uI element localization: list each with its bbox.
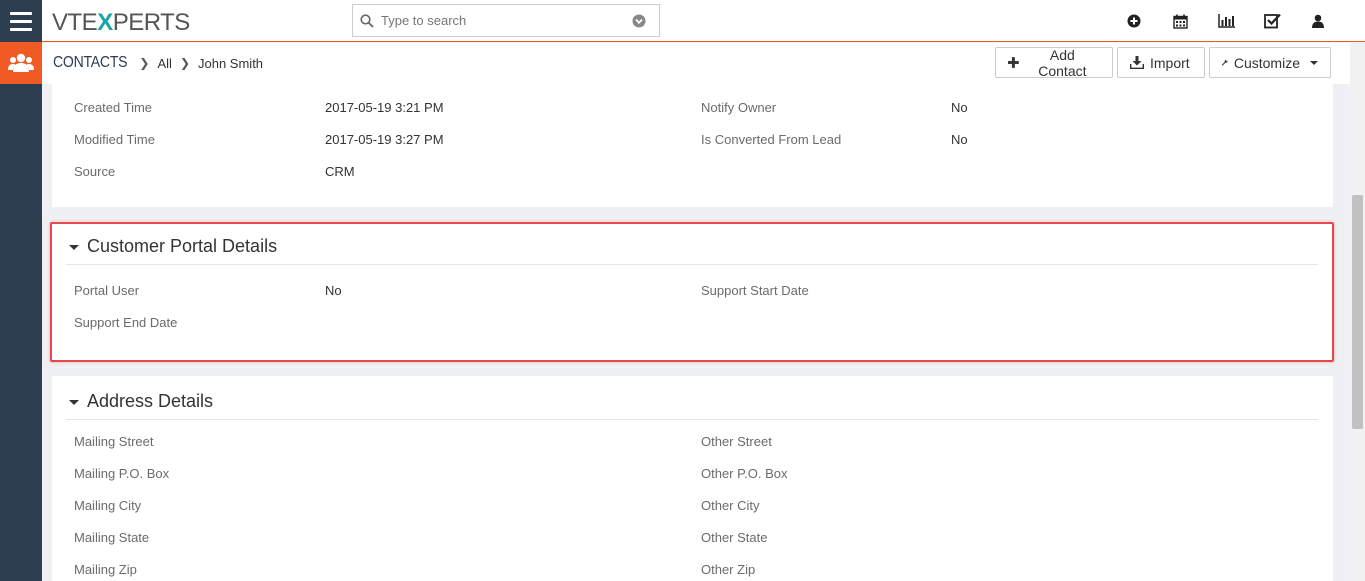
tasks-checkbox-icon[interactable]: [1249, 0, 1295, 42]
system-info-block: Created Time 2017-05-19 3:21 PM Notify O…: [52, 84, 1333, 207]
field-row: Mailing City Other City: [52, 498, 1333, 530]
left-rail: [0, 0, 42, 581]
plus-icon: [1008, 57, 1019, 68]
address-block: Address Details Mailing Street Other Str…: [52, 376, 1333, 581]
field-value: 2017-05-19 3:27 PM: [325, 132, 444, 147]
field-row: Support End Date: [52, 315, 1333, 347]
user-icon[interactable]: [1295, 0, 1341, 42]
field-value: 2017-05-19 3:21 PM: [325, 100, 444, 115]
page-scrollbar[interactable]: [1350, 43, 1365, 581]
field-row: Mailing Zip Other Zip: [52, 562, 1333, 581]
menu-icon[interactable]: [0, 0, 42, 42]
field-value[interactable]: No: [951, 100, 968, 115]
field-label: Support Start Date: [701, 283, 809, 298]
customer-portal-block: Customer Portal Details Portal User No S…: [52, 221, 1333, 361]
vtexperts-logo[interactable]: VTEXPERTS: [52, 9, 190, 37]
field-row: Mailing P.O. Box Other P.O. Box: [52, 466, 1333, 498]
field-label: Other State: [701, 530, 768, 545]
field-row: Mailing State Other State: [52, 530, 1333, 562]
search-options-icon[interactable]: [629, 14, 649, 28]
field-label: Other Street: [701, 434, 772, 449]
add-contact-label: Add Contact: [1038, 46, 1087, 79]
add-contact-button[interactable]: Add Contact: [995, 46, 1113, 79]
field-label: Mailing State: [74, 530, 150, 545]
field-value[interactable]: No: [325, 283, 342, 298]
field-label: Other Zip: [701, 562, 756, 577]
import-button[interactable]: Import: [1117, 47, 1205, 78]
customize-label: Customize: [1233, 54, 1300, 71]
bar-chart-icon[interactable]: [1203, 0, 1249, 42]
calendar-icon[interactable]: [1157, 0, 1203, 42]
field-label: Is Converted From Lead: [701, 132, 842, 147]
field-label: Other City: [701, 498, 760, 513]
breadcrumb: CONTACTS ❯ All ❯ John Smith: [53, 54, 263, 72]
field-label: Support End Date: [74, 315, 178, 330]
caret-down-icon: [69, 400, 79, 405]
field-label: Mailing P.O. Box: [74, 466, 170, 481]
search-icon: [353, 13, 381, 28]
caret-down-icon: [1310, 60, 1318, 65]
chevron-right-icon: ❯: [179, 56, 190, 70]
wrench-icon: [1222, 59, 1228, 66]
caret-down-icon: [69, 245, 79, 250]
field-value[interactable]: No: [951, 132, 968, 147]
breadcrumb-record: John Smith: [198, 55, 264, 71]
section-title: Address Details: [87, 391, 214, 411]
field-label: Mailing Street: [74, 434, 154, 449]
record-actions: Add Contact Import Customize: [995, 46, 1331, 79]
field-row: Portal User No Support Start Date: [52, 283, 1333, 315]
add-circle-icon[interactable]: [1111, 0, 1157, 42]
field-label: Source: [74, 164, 116, 179]
field-label: Portal User: [74, 283, 140, 298]
field-row: Mailing Street Other Street: [52, 434, 1333, 466]
breadcrumb-filter[interactable]: All: [157, 56, 171, 71]
global-search: [352, 4, 660, 37]
field-row: Modified Time 2017-05-19 3:27 PM Is Conv…: [52, 132, 1333, 164]
chevron-right-icon: ❯: [139, 56, 150, 70]
field-row: Source CRM: [52, 164, 1333, 196]
import-label: Import: [1150, 54, 1190, 71]
search-input[interactable]: [381, 13, 629, 28]
field-label: Notify Owner: [701, 100, 777, 115]
header-icons: [1111, 0, 1341, 42]
customer-portal-header[interactable]: Customer Portal Details: [66, 229, 1318, 265]
import-icon: [1130, 56, 1144, 69]
top-header: VTEXPERTS: [42, 0, 1365, 42]
contacts-module-icon[interactable]: [0, 42, 42, 84]
customize-button[interactable]: Customize: [1209, 47, 1331, 78]
address-header[interactable]: Address Details: [66, 384, 1318, 420]
breadcrumb-bar: CONTACTS ❯ All ❯ John Smith Add Contact …: [42, 43, 1350, 84]
field-label: Mailing City: [74, 498, 142, 513]
field-label: Modified Time: [74, 132, 155, 147]
field-label: Other P.O. Box: [701, 466, 788, 481]
scrollbar-thumb[interactable]: [1352, 195, 1363, 429]
field-row: Created Time 2017-05-19 3:21 PM Notify O…: [52, 100, 1333, 132]
field-value: CRM: [325, 164, 355, 179]
section-title: Customer Portal Details: [87, 236, 278, 256]
breadcrumb-module[interactable]: CONTACTS: [53, 54, 128, 72]
field-label: Created Time: [74, 100, 153, 115]
field-label: Mailing Zip: [74, 562, 137, 577]
